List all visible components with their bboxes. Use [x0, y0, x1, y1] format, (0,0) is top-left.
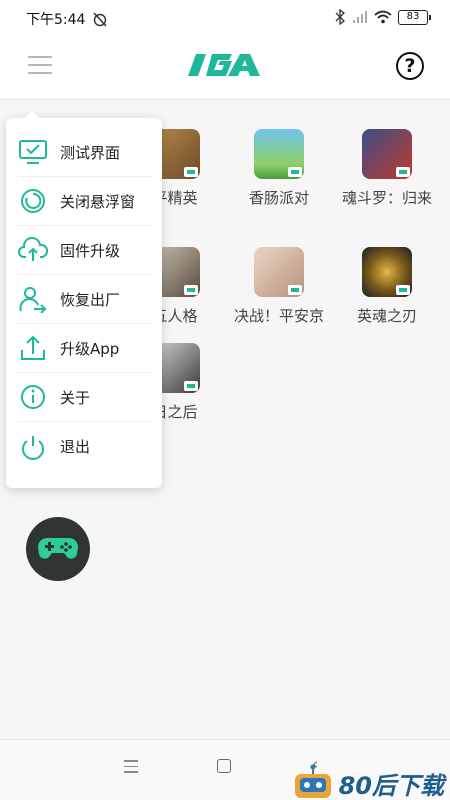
game-item[interactable]: 魂斗罗：归来 [332, 129, 442, 209]
signal-icon [353, 11, 367, 23]
game-icon [254, 129, 304, 179]
game-name: 英魂之刃 [356, 307, 417, 325]
menu-item-upgrade-app[interactable]: 升级App [18, 324, 152, 373]
menu-item-label: 关于 [60, 388, 91, 407]
game-name: 香肠派对 [248, 189, 309, 207]
power-icon [18, 432, 48, 462]
monitor-check-icon [18, 137, 48, 167]
game-item[interactable]: 决战！平安京 [224, 247, 334, 327]
menu-item-exit[interactable]: 退出 [18, 422, 152, 471]
status-time: 下午5:44 [26, 12, 86, 28]
cloud-upload-icon [18, 235, 48, 265]
game-icon [362, 247, 412, 297]
menu-item-label: 升级App [60, 339, 120, 358]
game-item[interactable]: 香肠派对 [224, 129, 334, 209]
upload-icon [18, 333, 48, 363]
battery-indicator: 83 [398, 9, 431, 25]
status-icons: 83 [334, 9, 431, 25]
menu-item-label: 测试界面 [60, 143, 121, 162]
iga-logo [188, 54, 260, 76]
float-window-icon [18, 186, 48, 216]
nav-home-button[interactable] [217, 759, 231, 773]
menu-item-about[interactable]: 关于 [18, 373, 152, 422]
alarm-off-icon [93, 12, 107, 27]
dropdown-menu: 测试界面 关闭悬浮窗 固件升级 恢复出厂 升级App 关于 退出 [6, 111, 162, 488]
menu-item-label: 固件升级 [60, 241, 121, 260]
nav-recents-button[interactable] [124, 760, 138, 777]
menu-item-reset[interactable]: 恢复出厂 [18, 275, 152, 324]
floating-gamepad-button[interactable] [26, 517, 90, 581]
status-bar: 下午5:44 83 [0, 0, 450, 36]
gamepad-icon [38, 538, 78, 559]
menu-item-label: 关闭悬浮窗 [60, 192, 136, 211]
system-nav-bar: ‹ 80后下载 [0, 739, 450, 800]
user-reset-icon [18, 284, 48, 314]
menu-item-label: 恢复出厂 [60, 290, 121, 309]
bluetooth-icon [335, 9, 345, 25]
game-item[interactable]: 英魂之刃 [332, 247, 442, 327]
info-icon [18, 382, 48, 412]
app-header: ? [0, 36, 450, 100]
robot-logo-icon [294, 764, 331, 798]
watermark-text: 80后下载 [338, 771, 444, 800]
wifi-icon [374, 10, 392, 24]
menu-button[interactable] [28, 56, 52, 78]
game-name: 魂斗罗：归来 [341, 189, 432, 207]
game-name: 决战！平安京 [233, 307, 324, 325]
menu-item-label: 退出 [60, 438, 91, 456]
help-button[interactable]: ? [396, 52, 424, 80]
watermark: 80后下载 [291, 764, 444, 800]
menu-item-close-float[interactable]: 关闭悬浮窗 [18, 177, 152, 226]
game-icon [254, 247, 304, 297]
game-icon [362, 129, 412, 179]
menu-item-test[interactable]: 测试界面 [18, 128, 152, 177]
menu-item-firmware[interactable]: 固件升级 [18, 226, 152, 275]
